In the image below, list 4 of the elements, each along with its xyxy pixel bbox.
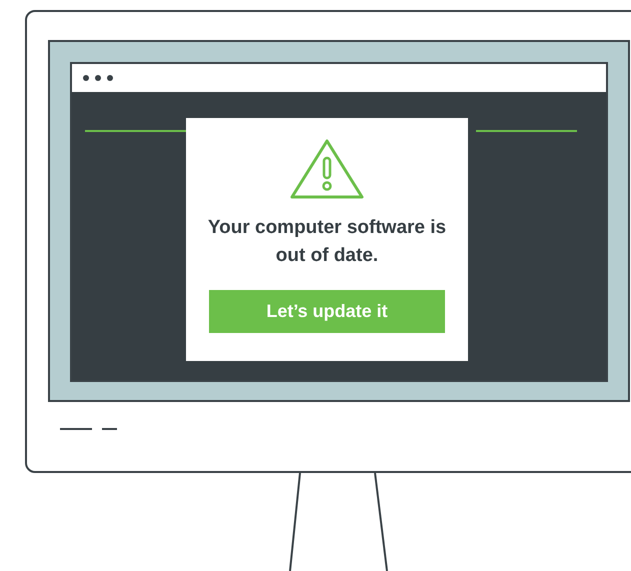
dots-icon (82, 74, 116, 82)
alert-message: Your computer software is out of date. (206, 216, 448, 268)
warning-icon (289, 138, 365, 200)
update-button[interactable]: Let’s update it (209, 290, 445, 333)
